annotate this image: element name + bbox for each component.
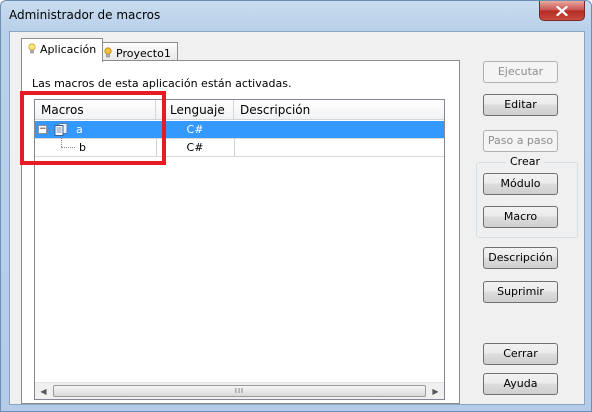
paso-a-paso-button[interactable]: Paso a paso bbox=[483, 130, 558, 152]
crear-group-label: Crear bbox=[506, 155, 544, 168]
title-bar[interactable]: Administrador de macros bbox=[1, 1, 591, 31]
scroll-left-icon[interactable]: ◀ bbox=[35, 383, 52, 399]
column-header-lenguaje[interactable]: Lenguaje bbox=[156, 100, 234, 120]
macro-language: C# bbox=[186, 141, 204, 154]
macro-description bbox=[240, 139, 440, 156]
ayuda-button[interactable]: Ayuda bbox=[483, 373, 558, 395]
cerrar-button[interactable]: Cerrar bbox=[483, 343, 558, 365]
dialog-client-area: Aplicación Proyecto1 Las macros de esta … bbox=[9, 31, 585, 405]
close-button[interactable] bbox=[539, 1, 585, 21]
lightbulb-icon bbox=[104, 47, 112, 59]
macro-manager-window: Administrador de macros Aplicación Proye… bbox=[0, 0, 592, 412]
tab-label: Aplicación bbox=[40, 43, 97, 56]
horizontal-scrollbar[interactable]: ◀ III ▶ bbox=[35, 382, 444, 399]
macro-button[interactable]: Macro bbox=[483, 206, 558, 228]
tab-aplicacion[interactable]: Aplicación bbox=[21, 38, 104, 62]
highlight-box bbox=[20, 91, 166, 165]
window-title: Administrador de macros bbox=[9, 8, 161, 22]
scroll-right-icon[interactable]: ▶ bbox=[427, 383, 444, 399]
column-header-descripcion[interactable]: Descripción bbox=[234, 100, 444, 120]
tab-label: Proyecto1 bbox=[116, 47, 171, 60]
column-divider bbox=[234, 139, 235, 156]
modulo-button[interactable]: Módulo bbox=[483, 173, 558, 195]
descripcion-button[interactable]: Descripción bbox=[483, 247, 558, 269]
scroll-thumb[interactable]: III bbox=[53, 385, 426, 397]
editar-button[interactable]: Editar bbox=[483, 94, 558, 116]
lightbulb-icon bbox=[28, 43, 36, 55]
macro-language: C# bbox=[186, 123, 204, 136]
macros-status-text: Las macros de esta aplicación están acti… bbox=[32, 77, 292, 90]
suprimir-button[interactable]: Suprimir bbox=[483, 281, 558, 303]
close-icon bbox=[556, 5, 568, 16]
ejecutar-button[interactable]: Ejecutar bbox=[483, 61, 558, 83]
macro-description bbox=[240, 121, 440, 138]
